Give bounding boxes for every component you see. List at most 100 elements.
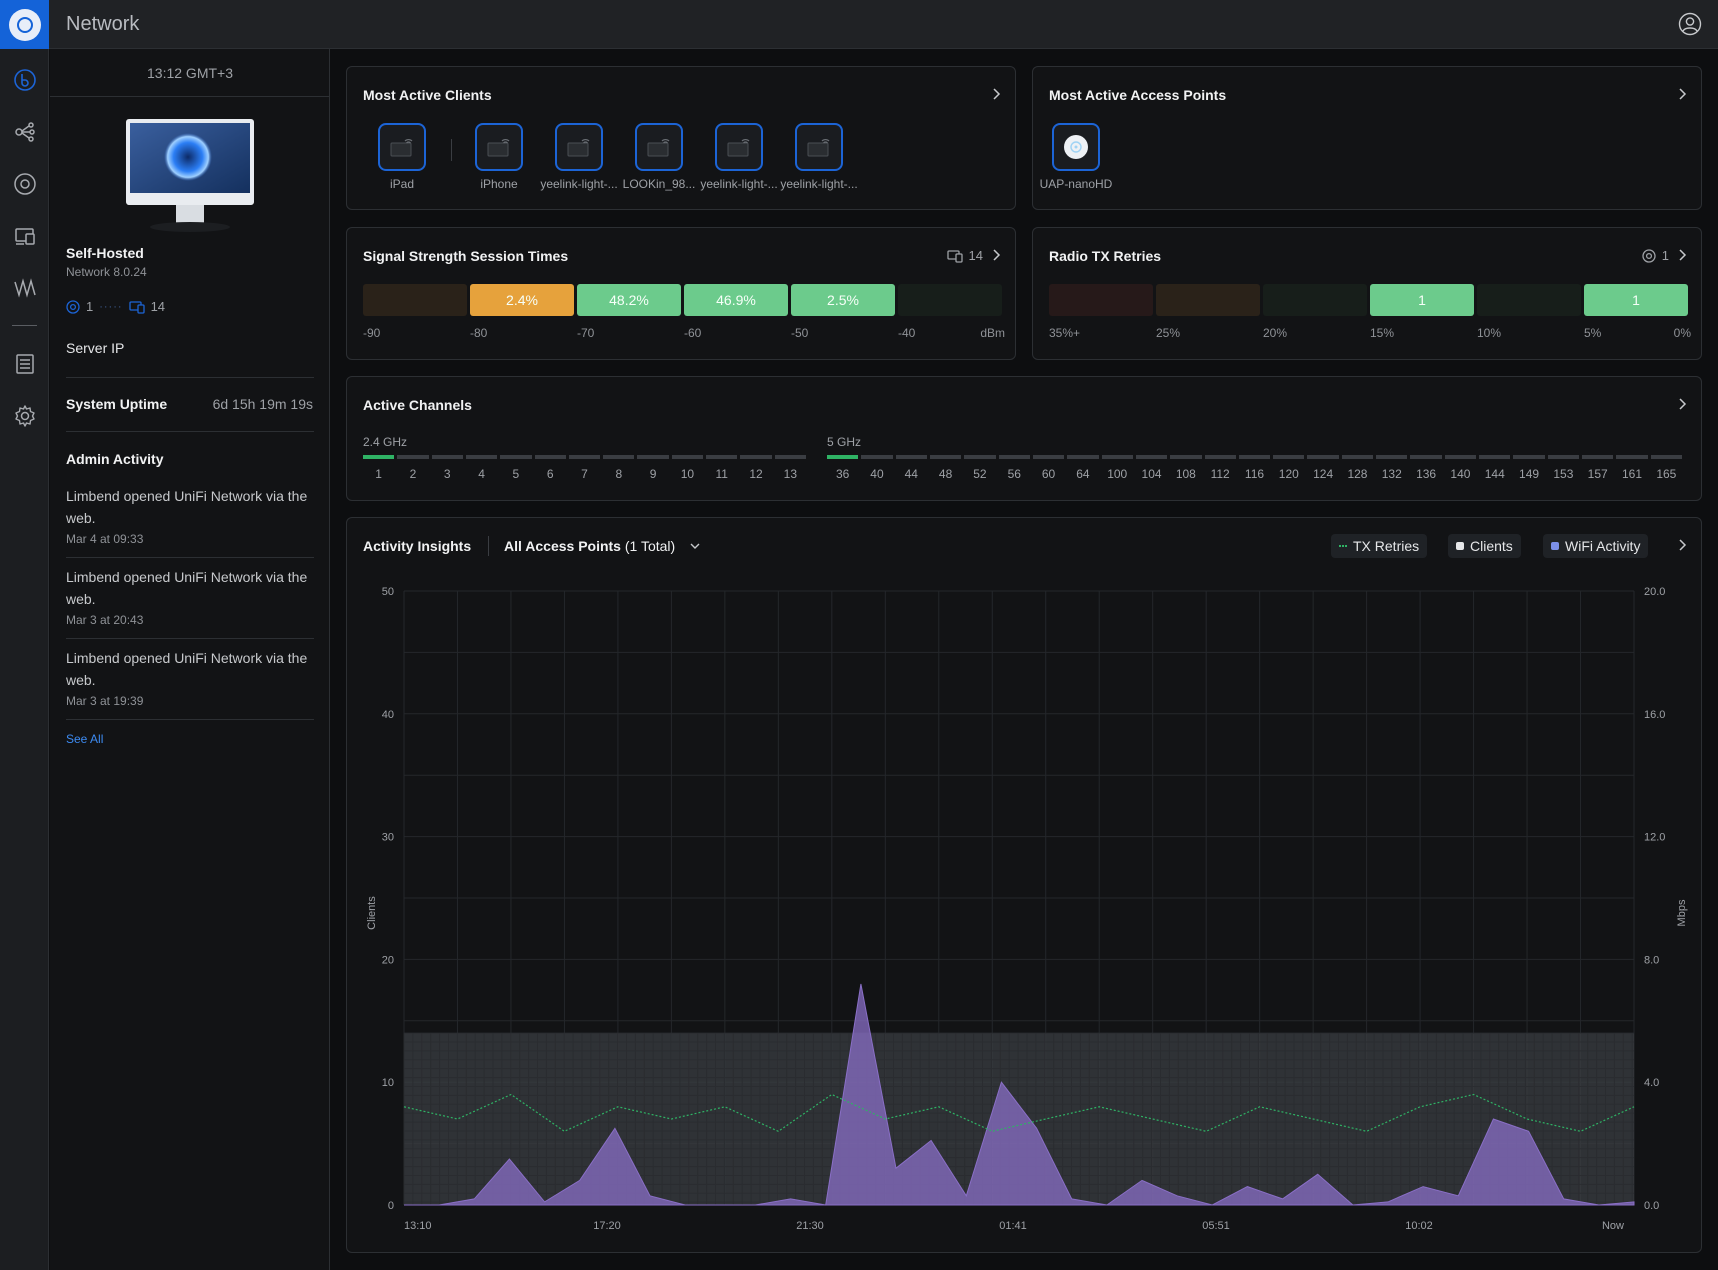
- channel-bar: [964, 455, 996, 459]
- nav-logs-icon[interactable]: [12, 351, 37, 376]
- signal-bar[interactable]: [363, 284, 467, 316]
- signal-bar[interactable]: 2.4%: [470, 284, 574, 316]
- nav-dashboard-icon[interactable]: [12, 67, 37, 92]
- activity-insights-card: Activity Insights All Access Points (1 T…: [346, 517, 1702, 1253]
- channel-bar: [895, 455, 927, 459]
- y-axis-left-label: Clients: [366, 896, 378, 930]
- channel-number: 161: [1622, 467, 1643, 481]
- nav-topology-icon[interactable]: [12, 119, 37, 144]
- x-tick-label: 17:20: [593, 1220, 621, 1232]
- radio-bar[interactable]: [1263, 284, 1367, 316]
- channel-number: 136: [1416, 467, 1437, 481]
- channel-number: 13: [783, 467, 798, 481]
- channel-number: 12: [749, 467, 763, 481]
- client-device-icon: [378, 123, 426, 171]
- client-item[interactable]: LOOKin_98...: [616, 123, 702, 191]
- channel-bar: [740, 455, 772, 459]
- channel-number: 7: [581, 467, 588, 481]
- signal-bar[interactable]: 2.5%: [791, 284, 895, 316]
- console-monitor-image: [126, 119, 254, 232]
- client-item[interactable]: iPhone: [456, 123, 542, 191]
- divider: [66, 638, 314, 639]
- card-title: Active Channels: [363, 397, 472, 413]
- card-title: Most Active Clients: [363, 87, 492, 103]
- user-account-icon[interactable]: [1678, 12, 1702, 36]
- channel-number: 48: [938, 467, 953, 481]
- channel-number: 10: [680, 467, 695, 481]
- ap-count: 1: [86, 299, 94, 314]
- radio-bar[interactable]: [1049, 284, 1153, 316]
- y-left-tick-label: 30: [382, 832, 394, 844]
- activity-item: Limbend opened UniFi Network via the web…: [66, 647, 314, 708]
- nav-devices-icon[interactable]: [12, 171, 37, 196]
- activity-time: Mar 3 at 19:39: [66, 694, 144, 708]
- signal-bar[interactable]: 46.9%: [684, 284, 788, 316]
- see-all-link[interactable]: See All: [66, 732, 103, 746]
- chevron-right-icon[interactable]: [1677, 87, 1687, 101]
- radio-tx-retries-card: Radio TX Retries 1 11 35%+ 25% 20% 15% 10% 5%…: [1032, 227, 1702, 360]
- channel-bar: [671, 455, 704, 459]
- y-right-tick-label: 8.0: [1644, 954, 1659, 966]
- client-count-badge: 14: [946, 248, 983, 263]
- nav-divider: [12, 325, 37, 326]
- client-item[interactable]: iPad: [359, 123, 445, 191]
- channel-number: 157: [1587, 467, 1608, 481]
- console-name: Self-Hosted: [66, 245, 144, 261]
- top-bar: Network: [0, 0, 1718, 49]
- server-ip-label: Server IP: [66, 340, 125, 356]
- channel-number: 104: [1141, 467, 1162, 481]
- channel-number: 56: [1007, 467, 1021, 481]
- client-name: LOOKin_98...: [622, 177, 696, 191]
- activity-time: Mar 4 at 09:33: [66, 532, 144, 546]
- channel-number: 144: [1484, 467, 1505, 481]
- active-channels-card: Active Channels 2.4 GHz 5 GHz 1234567891…: [346, 376, 1702, 501]
- signal-bar[interactable]: [898, 284, 1002, 316]
- unifi-logo-button[interactable]: [0, 0, 49, 49]
- divider: [66, 431, 314, 432]
- chevron-right-icon[interactable]: [1677, 248, 1687, 262]
- most-active-aps-card: Most Active Access Points UAP-nanoHD: [1032, 66, 1702, 210]
- band-5-label: 5 GHz: [827, 435, 862, 449]
- connector-dots: ·····: [99, 300, 123, 313]
- client-name: iPhone: [480, 177, 518, 191]
- y-right-tick-label: 0.0: [1644, 1200, 1659, 1212]
- ap-device-icon: [1052, 123, 1100, 171]
- nav-rail: [0, 49, 49, 1270]
- channel-bar: [1307, 455, 1339, 459]
- signal-bar[interactable]: 48.2%: [577, 284, 681, 316]
- client-item[interactable]: yeelink-light-...: [696, 123, 782, 191]
- client-item[interactable]: yeelink-light-...: [536, 123, 622, 191]
- signal-client-count: 14: [968, 248, 983, 263]
- radio-bar[interactable]: [1156, 284, 1260, 316]
- nav-settings-icon[interactable]: [12, 403, 37, 428]
- radio-bar[interactable]: [1477, 284, 1581, 316]
- signal-tick-label: -70: [577, 326, 595, 340]
- nav-insights-icon[interactable]: [12, 275, 37, 300]
- channel-bar: [1238, 455, 1271, 459]
- admin-activity-title: Admin Activity: [66, 451, 164, 467]
- x-tick-label: 21:30: [796, 1220, 824, 1232]
- activity-text: Limbend opened UniFi Network via the web…: [66, 569, 308, 607]
- chevron-right-icon[interactable]: [1677, 397, 1687, 411]
- console-version: Network 8.0.24: [66, 265, 147, 279]
- channel-number: 36: [835, 467, 850, 481]
- signal-tick-label: dBm: [980, 326, 1005, 340]
- radio-bar[interactable]: 1: [1370, 284, 1474, 316]
- channel-number: 60: [1041, 467, 1056, 481]
- chevron-right-icon[interactable]: [991, 87, 1001, 101]
- client-name: yeelink-light-...: [700, 177, 778, 191]
- y-left-tick-label: 40: [382, 709, 394, 721]
- divider: [66, 557, 314, 558]
- channel-bar: [1170, 455, 1202, 459]
- radio-bars: 11: [1049, 284, 1688, 316]
- client-divider: [451, 139, 452, 161]
- client-device-icon: [128, 300, 145, 314]
- client-item[interactable]: yeelink-light-...: [776, 123, 862, 191]
- channel-number: 128: [1347, 467, 1368, 481]
- ap-item[interactable]: UAP-nanoHD: [1033, 123, 1119, 191]
- radio-tick-label: 20%: [1263, 326, 1288, 340]
- chevron-right-icon[interactable]: [991, 248, 1001, 262]
- nav-clients-icon[interactable]: [12, 223, 37, 248]
- signal-strength-card: Signal Strength Session Times 14 2.4% 48.…: [346, 227, 1016, 360]
- radio-bar[interactable]: 1: [1584, 284, 1688, 316]
